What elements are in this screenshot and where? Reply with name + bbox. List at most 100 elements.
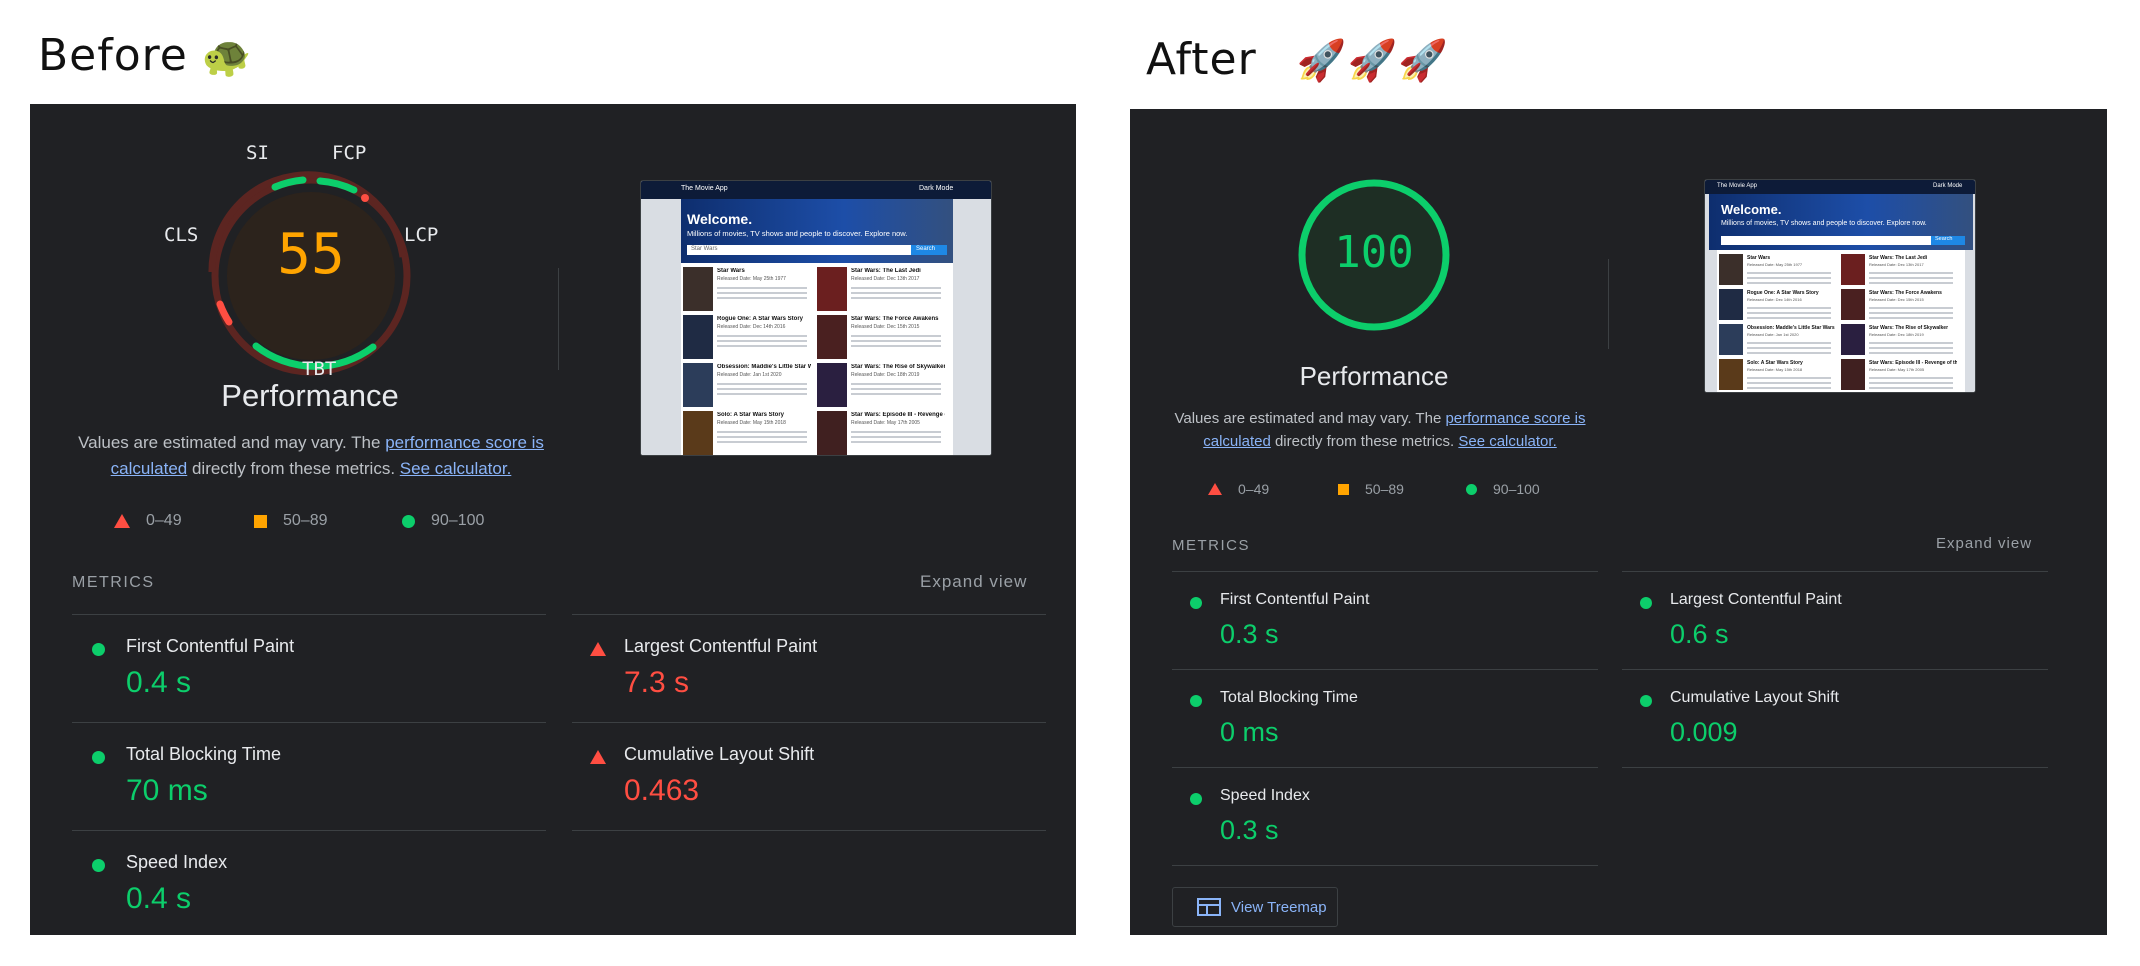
gauge-label-lcp: LCP (404, 224, 439, 246)
metrics-rule (72, 830, 546, 831)
legend-average: 50–89 (1338, 481, 1404, 497)
screenshot-movie-poster (817, 363, 847, 407)
screenshot-text-line (717, 393, 807, 395)
screenshot-movie-card: Star Wars: Episode III - Revenge of the … (817, 411, 947, 455)
screenshot-text-line (717, 441, 807, 443)
metric-speed-index: Speed Index 0.4 s (72, 832, 546, 935)
metric-label: Cumulative Layout Shift (1670, 689, 1839, 706)
expand-view-button[interactable]: Expand view (1936, 535, 2032, 552)
metrics-rule (1622, 669, 2048, 670)
metric-first-contentful-paint: First Contentful Paint 0.4 s (72, 616, 546, 722)
triangle-icon (1208, 483, 1222, 495)
gauge-segment-lcp (361, 194, 369, 202)
screenshot-text-line (717, 340, 807, 342)
legend-pass-label: 90–100 (1493, 481, 1540, 497)
screenshot-movie-poster (1841, 289, 1865, 320)
screenshot-text-line (1869, 377, 1953, 379)
screenshot-text-line (717, 383, 807, 385)
screenshot-movie-poster (1841, 324, 1865, 355)
metric-value: 0 ms (1220, 717, 1279, 747)
screenshot-movie-date: Released Date: May 15th 2018 (1747, 367, 1803, 372)
screenshot-text-line (851, 335, 941, 337)
screenshot-text-line (851, 441, 941, 443)
view-treemap-button[interactable]: View Treemap (1172, 887, 1338, 927)
screenshot-movie-title: Star Wars (717, 268, 745, 274)
description-text: Values are estimated and may vary. The (78, 433, 386, 452)
metrics-rule (1622, 571, 2048, 572)
pass-circle-icon (1190, 793, 1202, 805)
pass-circle-icon (1640, 695, 1652, 707)
gauge-label-si: SI (246, 142, 269, 164)
screenshot-text-line (1747, 282, 1831, 284)
final-screenshot[interactable]: The Movie App Dark Mode Welcome. Million… (640, 180, 992, 456)
screenshot-search-input (1721, 236, 1931, 245)
score-value: 55 (277, 222, 345, 287)
view-treemap-label: View Treemap (1231, 898, 1327, 916)
pass-circle-icon (92, 643, 105, 656)
calculator-link[interactable]: See calculator. (400, 459, 512, 478)
screenshot-movie-title: Star Wars: The Force Awakens (851, 316, 939, 322)
screenshot-movie-date: Released Date: May 25th 1977 (717, 276, 786, 282)
screenshot-text-line (851, 345, 941, 347)
legend-average: 50–89 (254, 512, 328, 530)
score-value: 100 (1334, 227, 1414, 278)
metric-label: Speed Index (1220, 787, 1310, 804)
screenshot-movie-poster (817, 411, 847, 455)
screenshot-text-line (851, 287, 941, 289)
metric-label: Largest Contentful Paint (624, 636, 818, 656)
screenshot-movie-date: Released Date: Dec 18th 2019 (851, 372, 920, 378)
screenshot-movie-date: Released Date: Jan 1st 2020 (1747, 332, 1799, 337)
pass-circle-icon (92, 859, 105, 872)
metrics-rule (72, 722, 546, 723)
gauge-title: Performance (221, 378, 399, 413)
after-report-panel: 100 Performance Values are estimated and… (1130, 109, 2107, 935)
metric-label: First Contentful Paint (126, 636, 295, 656)
metric-speed-index: Speed Index 0.3 s (1172, 769, 1598, 865)
screenshot-movie-card: Obsession: Maddie's Little Star Wars 202… (1719, 324, 1837, 357)
screenshot-text-line (1747, 382, 1831, 384)
screenshot-text-line (1747, 317, 1831, 319)
screenshot-text-line (1747, 312, 1831, 314)
turtle-icon: 🐢 (201, 34, 253, 80)
screenshot-text-line (1747, 377, 1831, 379)
metric-label: Largest Contentful Paint (1670, 591, 1842, 608)
screenshot-movie-card: Solo: A Star Wars Story Released Date: Ma… (1719, 359, 1837, 392)
screenshot-app-title: The Movie App (1717, 183, 1758, 189)
screenshot-text-line (1869, 387, 1953, 389)
rocket-icon: 🚀🚀🚀 (1296, 38, 1450, 84)
score-description: Values are estimated and may vary. The p… (70, 430, 552, 483)
screenshot-text-line (1869, 317, 1953, 319)
circle-icon (402, 514, 415, 528)
screenshot-text-line (1747, 342, 1831, 344)
pass-circle-icon (92, 751, 105, 764)
screenshot-movie-card: Star Wars Released Date: May 25th 1977 (683, 267, 813, 313)
legend-fail: 0–49 (114, 512, 182, 530)
metric-label: Speed Index (126, 852, 228, 872)
gauge-segment-cls (216, 300, 233, 326)
screenshot-movie-poster (1719, 324, 1743, 355)
metric-cumulative-layout-shift: Cumulative Layout Shift 0.463 (572, 724, 1046, 830)
calculator-link[interactable]: See calculator. (1458, 433, 1556, 450)
screenshot-movie-date: Released Date: May 17th 2005 (1869, 367, 1925, 372)
screenshot-movie-title: Star Wars: Episode III - Revenge of the … (851, 412, 945, 418)
metric-largest-contentful-paint: Largest Contentful Paint 0.6 s (1622, 573, 2048, 669)
metric-value: 0.4 s (126, 666, 192, 699)
screenshot-movie-title: Star Wars: The Rise of Skywalker (1869, 325, 1949, 331)
screenshot-text-line (1747, 272, 1831, 274)
treemap-icon (1197, 898, 1221, 916)
final-screenshot[interactable]: The Movie App Dark Mode Welcome. Million… (1704, 179, 1976, 393)
legend-pass: 90–100 (402, 512, 484, 530)
screenshot-text-line (851, 393, 941, 395)
metric-value: 70 ms (126, 774, 208, 807)
expand-view-button[interactable]: Expand view (920, 572, 1027, 592)
gauge-label-fcp: FCP (332, 142, 367, 164)
metric-label: First Contentful Paint (1220, 591, 1370, 608)
screenshot-movie-date: Released Date: Dec 15th 2015 (1869, 297, 1924, 302)
screenshot-movie-poster (683, 267, 713, 311)
screenshot-text-line (851, 383, 941, 385)
screenshot-text-line (717, 388, 807, 390)
screenshot-movie-card: Star Wars: The Last Jedi Released Date: D… (1841, 254, 1959, 287)
screenshot-movie-title: Obsession: Maddie's Little Star Wars 202… (717, 364, 811, 370)
screenshot-movie-date: Released Date: Jan 1st 2020 (717, 372, 782, 378)
screenshot-text-line (851, 436, 941, 438)
